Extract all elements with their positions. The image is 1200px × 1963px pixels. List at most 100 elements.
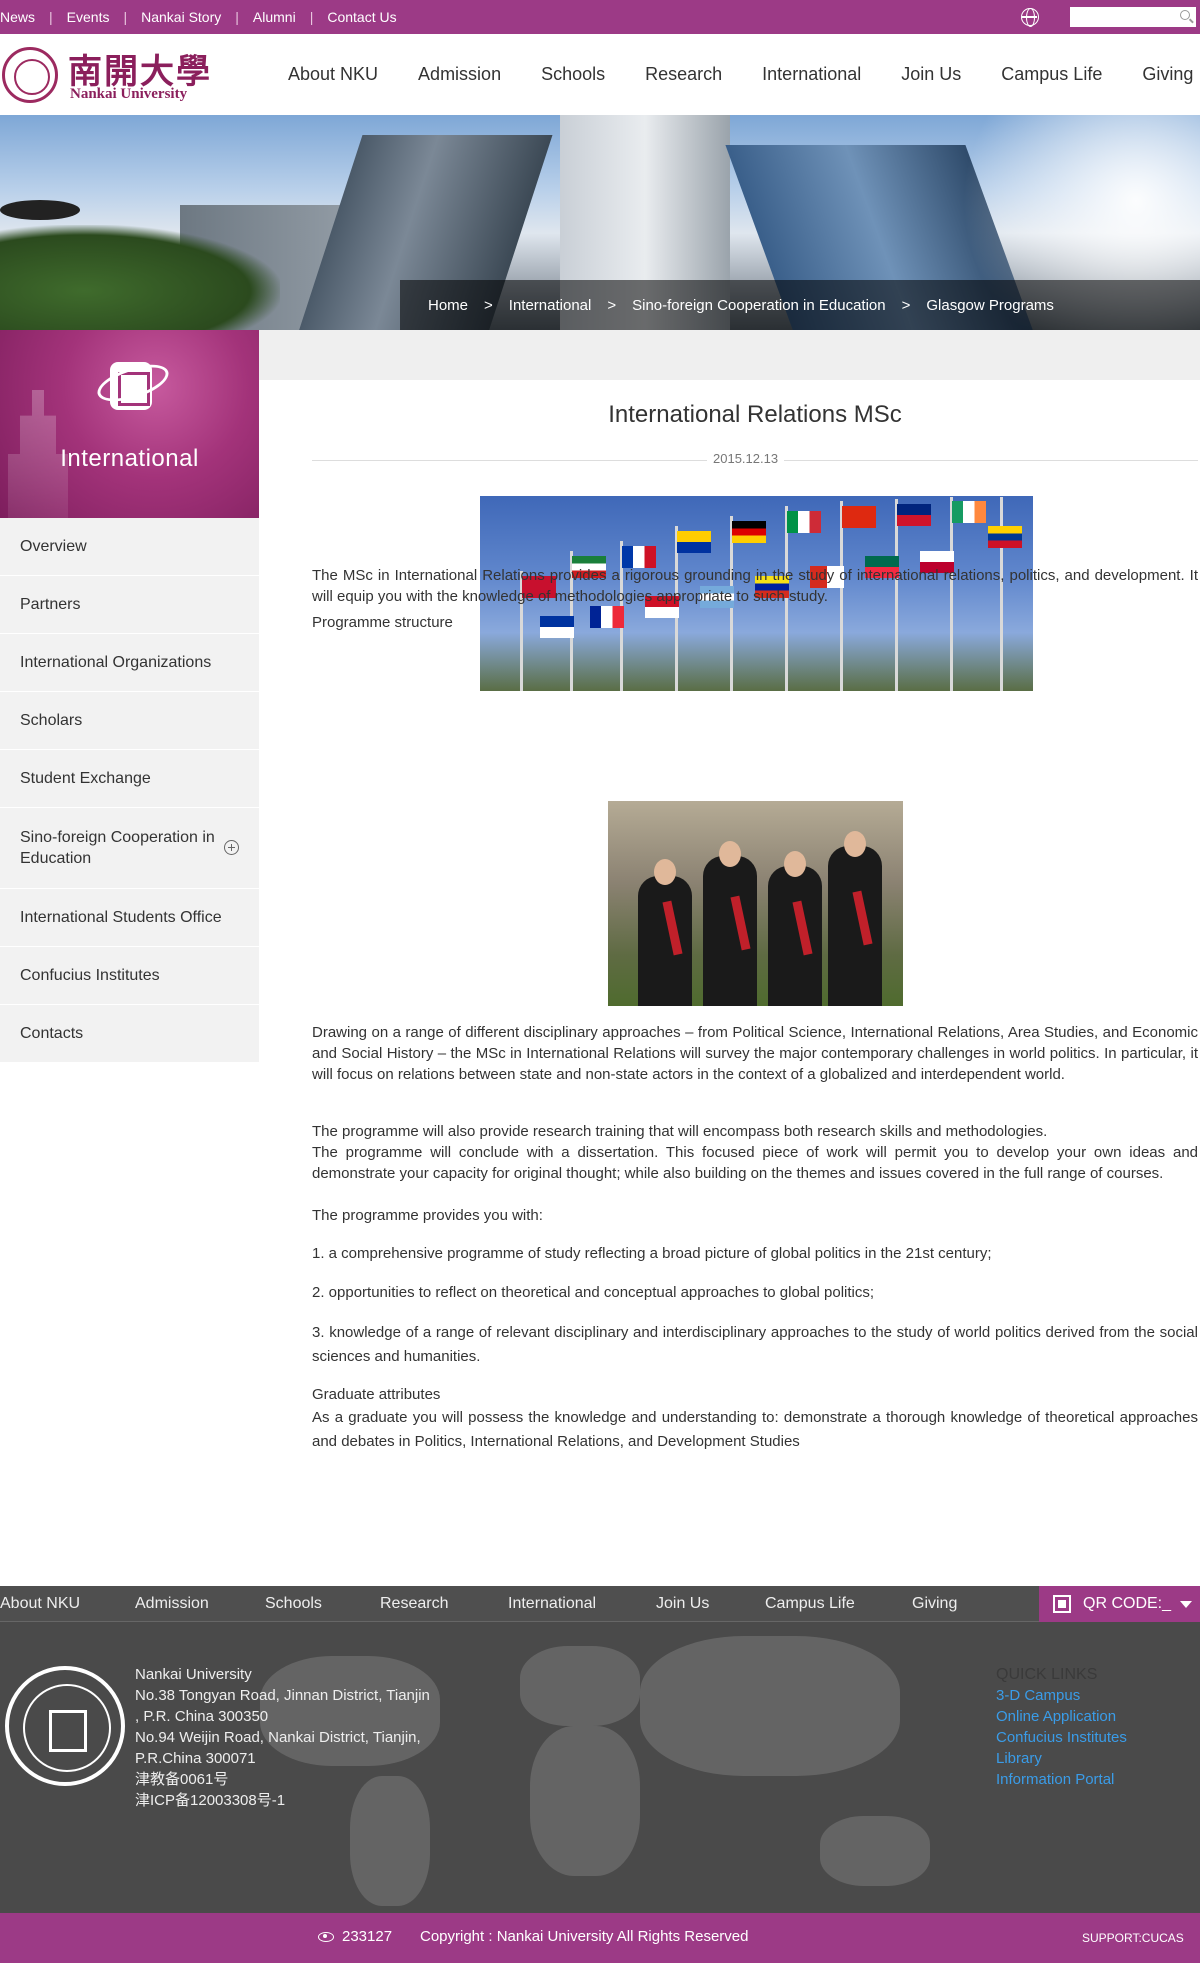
flag [842,506,876,528]
sidebar-item-label: International Organizations [20,653,212,671]
footer-nav-research[interactable]: Research [380,1595,448,1613]
article-subheading: Programme structure [312,614,453,631]
flag [677,531,711,553]
quick-link-confucius-institutes[interactable]: Confucius Institutes [996,1727,1196,1748]
sidebar-item-international-students-office[interactable]: International Students Office [0,889,259,947]
sidebar-nav: Overview Partners International Organiza… [0,518,259,1063]
address-line: No.38 Tongyan Road, Jinnan District, Tia… [135,1687,430,1704]
sidebar-item-student-exchange[interactable]: Student Exchange [0,750,259,808]
sidebar-item-label: Partners [20,595,81,613]
qr-code-label: QR CODE:_ [1083,1595,1172,1612]
bottom-bar: 233127 Copyright : Nankai University All… [0,1913,1200,1963]
breadcrumb-international[interactable]: International [509,297,592,314]
nav-about-nku[interactable]: About NKU [288,64,378,85]
separator: | [123,9,128,25]
top-links: News | Events | Nankai Story | Alumni | … [0,0,397,34]
hero-banner: Home > International > Sino-foreign Coop… [0,115,1200,330]
nav-join-us[interactable]: Join Us [901,64,961,85]
graduate-head [654,859,676,885]
footer-nav-campus-life[interactable]: Campus Life [765,1595,855,1613]
qr-code-icon [1053,1595,1071,1613]
sidebar-item-international-organizations[interactable]: International Organizations [0,634,259,692]
top-link-events[interactable]: Events [67,9,110,25]
header: 南開大學 Nankai University About NKU Admissi… [0,34,1200,115]
article-date: 2015.12.13 [707,451,785,466]
flag [897,504,931,526]
graduate-head [844,831,866,857]
footer-nav-join-us[interactable]: Join Us [656,1595,709,1613]
breadcrumb: Home > International > Sino-foreign Coop… [400,280,1200,330]
footer-nav-admission[interactable]: Admission [135,1595,209,1613]
main-nav: About NKU Admission Schools Research Int… [288,34,1200,115]
support-link[interactable]: SUPPORT:CUCAS [1082,1931,1184,1945]
graduate [638,876,692,1006]
banner-lamp [0,200,80,220]
expand-plus-icon[interactable] [224,840,239,855]
eye-icon [318,1932,334,1942]
footer-nav-about-nku[interactable]: About NKU [0,1595,80,1613]
quick-link-information-portal[interactable]: Information Portal [996,1769,1196,1790]
quick-links: QUICK LINKS 3-D Campus Online Applicatio… [996,1664,1196,1790]
top-link-news[interactable]: News [0,9,35,25]
article-paragraph: Drawing on a range of different discipli… [312,1024,1198,1083]
footer-nav-schools[interactable]: Schools [265,1595,322,1613]
article-paragraph: The programme will conclude with a disse… [312,1144,1198,1182]
list-item: 2. opportunities to reflect on theoretic… [312,1284,875,1301]
breadcrumb-sino-foreign[interactable]: Sino-foreign Cooperation in Education [632,297,886,314]
breadcrumb-home[interactable]: Home [428,297,468,314]
logo-english-name: Nankai University [70,86,188,102]
sidebar-item-overview[interactable]: Overview [0,518,259,576]
search-icon[interactable] [1180,10,1190,20]
graduate [828,846,882,1006]
nav-international[interactable]: International [762,64,861,85]
top-link-nankai-story[interactable]: Nankai Story [141,9,221,25]
sidebar-item-partners[interactable]: Partners [0,576,259,634]
separator: | [49,9,53,25]
quick-link-3d-campus[interactable]: 3-D Campus [996,1685,1196,1706]
sidebar-item-contacts[interactable]: Contacts [0,1005,259,1063]
continent [520,1646,640,1726]
quick-link-online-application[interactable]: Online Application [996,1706,1196,1727]
graduate [768,866,822,1006]
address-line: No.94 Weijin Road, Nankai District, Tian… [135,1729,421,1746]
breadcrumb-separator: > [484,296,493,314]
list-item: 3. knowledge of a range of relevant disc… [312,1324,1198,1365]
flag [732,521,766,543]
separator: | [235,9,239,25]
footer-nav-international[interactable]: International [508,1595,596,1613]
nav-admission[interactable]: Admission [418,64,501,85]
sidebar-item-confucius-institutes[interactable]: Confucius Institutes [0,947,259,1005]
logo[interactable]: 南開大學 Nankai University [0,44,215,106]
sidebar-item-label: Student Exchange [20,769,151,787]
license-line: 津教备0061号 [135,1771,229,1788]
article-title: International Relations MSc [608,401,902,428]
nankai-emblem-icon [93,357,173,418]
search-input[interactable] [1070,7,1170,27]
footer-seal-icon [5,1666,125,1786]
sidebar-item-scholars[interactable]: Scholars [0,692,259,750]
sidebar-item-label: Scholars [20,711,83,729]
breadcrumb-separator: > [607,296,617,314]
top-link-contact-us[interactable]: Contact Us [327,9,396,25]
article-paragraph: The programme will also provide research… [312,1123,1048,1140]
nav-schools[interactable]: Schools [541,64,605,85]
nav-giving[interactable]: Giving [1142,64,1193,85]
sidebar-item-label: Contacts [20,1024,84,1042]
footer-nav-giving[interactable]: Giving [912,1595,957,1613]
quick-link-library[interactable]: Library [996,1748,1196,1769]
article-paragraph: The programme provides you with: [312,1207,543,1224]
footer: About NKU Admission Schools Research Int… [0,1586,1200,1963]
nav-campus-life[interactable]: Campus Life [1001,64,1102,85]
breadcrumb-glasgow-programs[interactable]: Glasgow Programs [926,297,1054,314]
flag [988,526,1022,548]
nav-research[interactable]: Research [645,64,722,85]
article-paragraph: The MSc in International Relations provi… [312,567,1198,605]
globe-icon[interactable] [1021,8,1039,27]
sidebar-item-sino-foreign-cooperation[interactable]: Sino-foreign Cooperation in Education [0,808,259,889]
graduate-head [784,851,806,877]
top-link-alumni[interactable]: Alumni [253,9,296,25]
sidebar-title: International [60,445,199,472]
sidebar-item-label: Confucius Institutes [20,966,160,984]
article-date-row: 2015.12.13 [312,451,1198,471]
qr-code-dropdown[interactable]: QR CODE:_ [1039,1586,1200,1622]
